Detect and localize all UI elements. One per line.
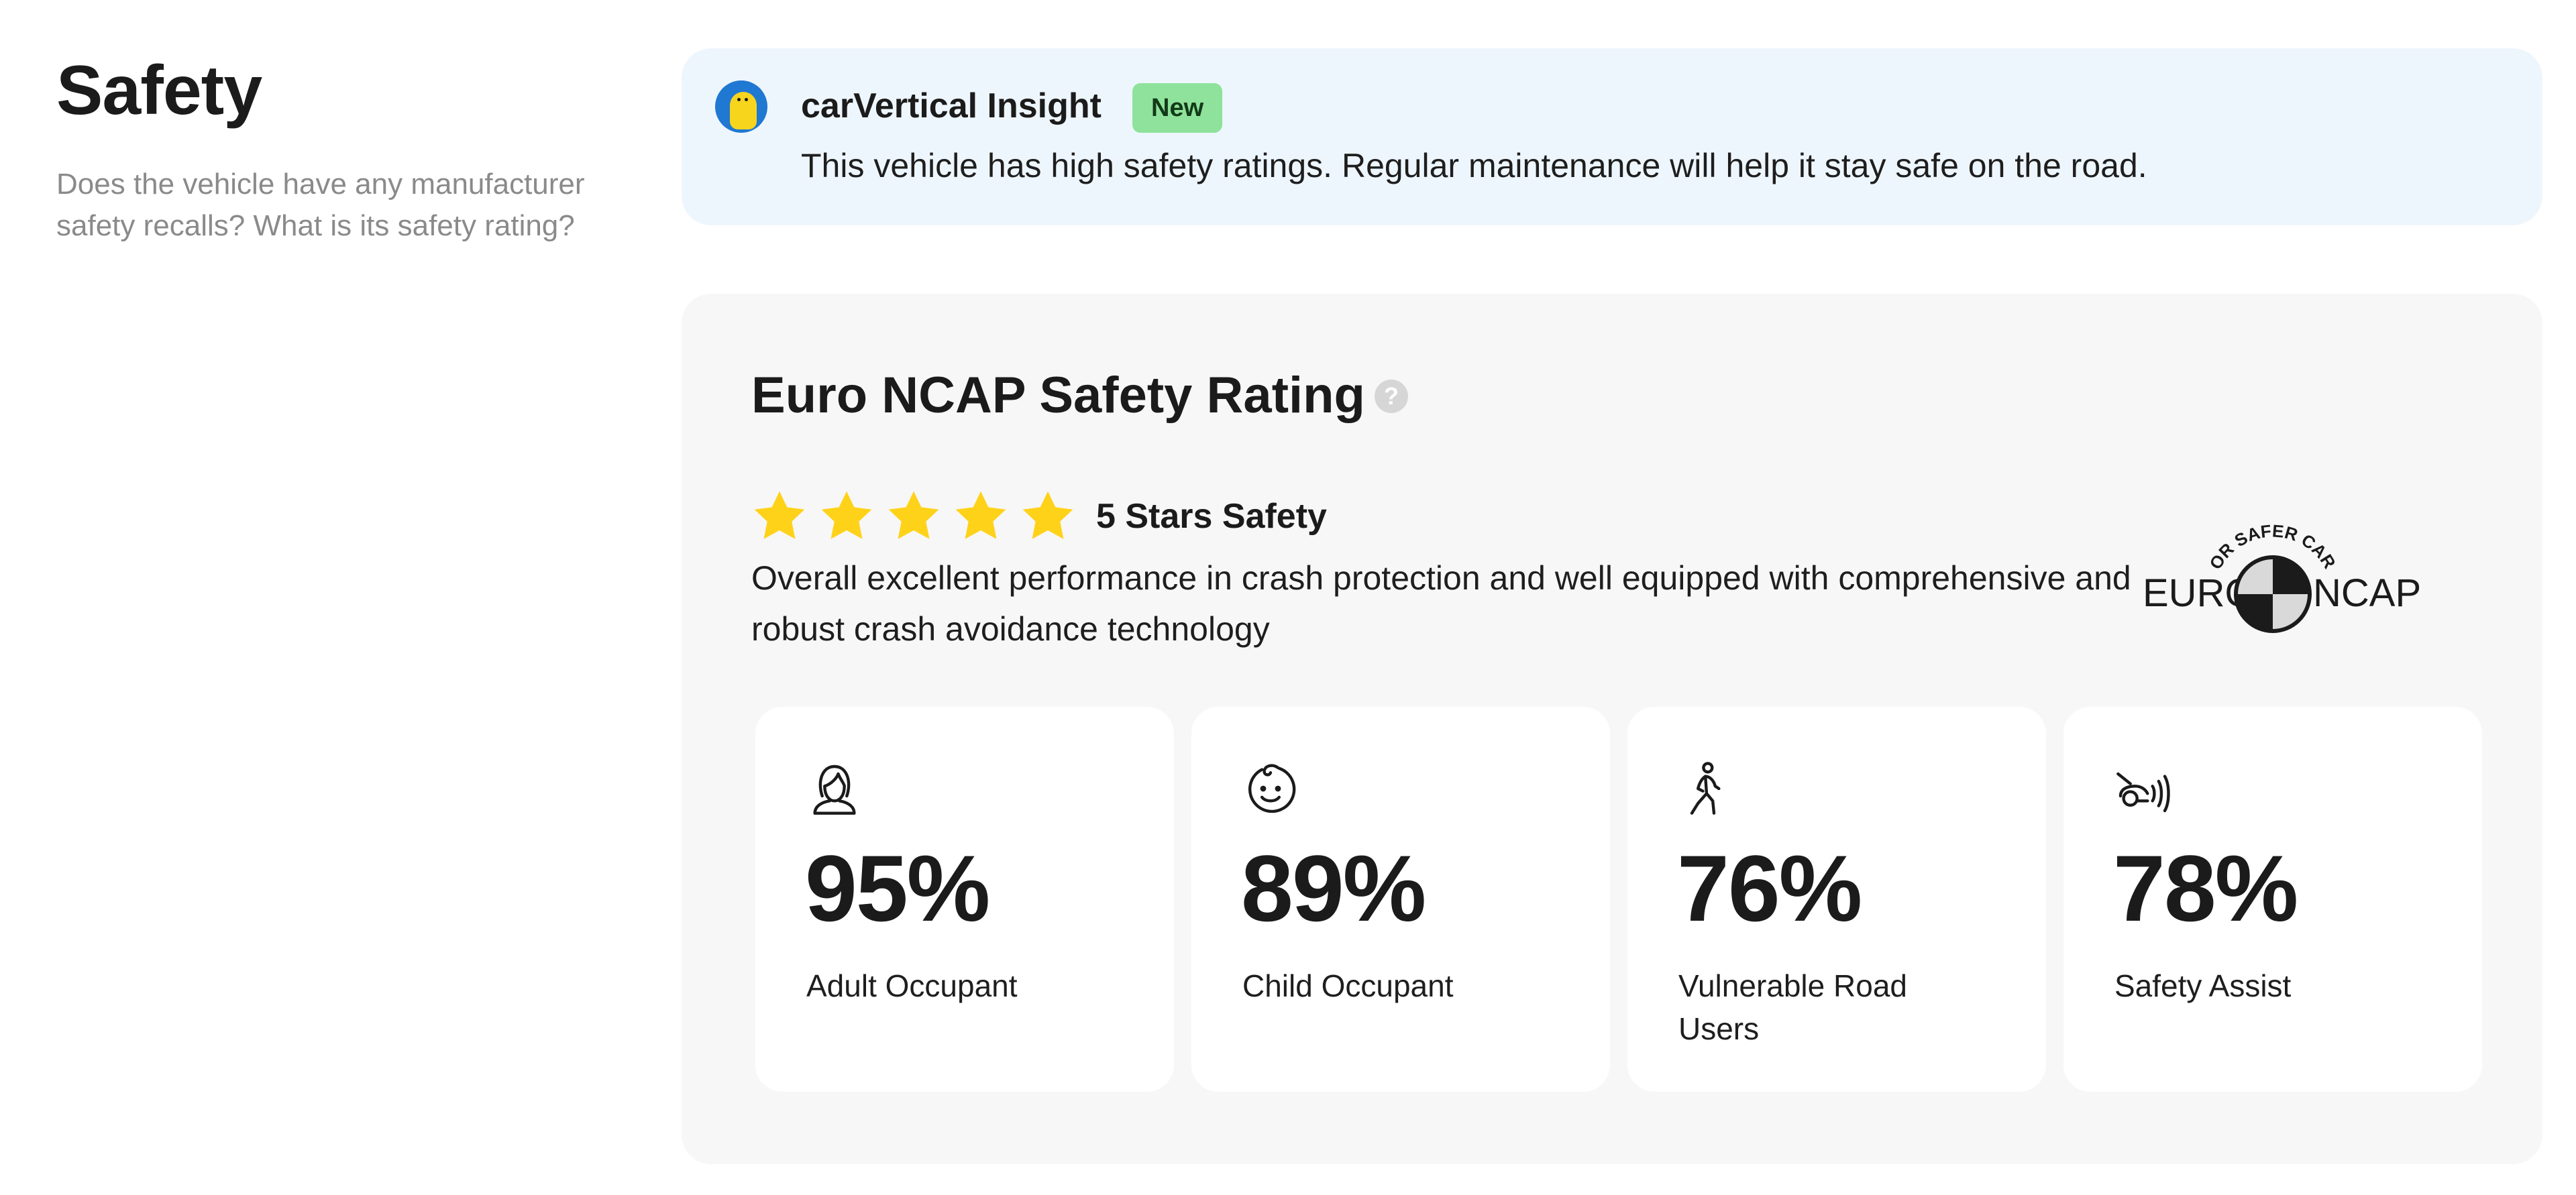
mascot-avatar-icon: [715, 80, 767, 133]
metric-tile-vru: 76% Vulnerable Road Users: [1627, 707, 2046, 1092]
stars: [750, 487, 1085, 546]
rating-description: Overall excellent performance in crash p…: [751, 559, 2131, 648]
euro-ncap-logo: FOR SAFER CARS EURO NCAP: [2117, 507, 2421, 633]
ncap-rating-card: Euro NCAP Safety Rating? 5 Stars Safety …: [682, 294, 2542, 1164]
rating-title-text: Euro NCAP Safety Rating: [751, 367, 1365, 424]
svg-text:FOR SAFER CARS: FOR SAFER CARS: [2117, 507, 2340, 573]
star-icon: [888, 491, 939, 539]
metric-label: Child Occupant: [1242, 968, 1454, 1003]
adult-occupant-icon: [813, 764, 856, 815]
star-icon: [955, 491, 1006, 539]
star-icon: [754, 491, 805, 539]
star-icon: [1022, 491, 1073, 539]
insight-banner: carVertical Insight New This vehicle has…: [682, 48, 2542, 225]
rating-title: Euro NCAP Safety Rating?: [751, 366, 1408, 424]
metric-value: 76%: [1677, 836, 1862, 941]
stars-label: 5 Stars Safety: [1096, 497, 1327, 536]
section-description: Does the vehicle have any manufacturer s…: [56, 168, 585, 243]
section-title: Safety: [56, 52, 262, 129]
metric-tile-safety-assist: 78% Safety Assist: [2063, 707, 2482, 1092]
metric-value: 78%: [2113, 836, 2298, 941]
help-icon[interactable]: ?: [1374, 379, 1408, 413]
section-intro: Safety Does the vehicle have any manufac…: [56, 52, 606, 247]
metric-value: 89%: [1241, 836, 1426, 941]
metric-tile-child: 89% Child Occupant: [1191, 707, 1610, 1092]
metric-tile-adult: 95% Adult Occupant: [755, 707, 1174, 1092]
safety-assist-icon: [2116, 772, 2170, 813]
metric-label: Vulnerable Road Users: [1678, 968, 1907, 1046]
insight-message: This vehicle has high safety ratings. Re…: [801, 147, 2147, 184]
insight-title: carVertical Insight: [801, 87, 1102, 125]
star-rating: 5 Stars Safety: [750, 487, 1327, 546]
child-occupant-icon: [1248, 764, 1296, 813]
new-badge: New: [1132, 83, 1223, 133]
star-icon: [821, 491, 872, 539]
logo-top-text: FOR SAFER CARS: [2117, 507, 2340, 573]
metric-label: Safety Assist: [2114, 968, 2292, 1003]
pedestrian-icon: [1690, 762, 1721, 815]
metric-value: 95%: [805, 836, 990, 941]
logo-right-text: NCAP: [2313, 571, 2421, 615]
metric-label: Adult Occupant: [806, 968, 1018, 1003]
